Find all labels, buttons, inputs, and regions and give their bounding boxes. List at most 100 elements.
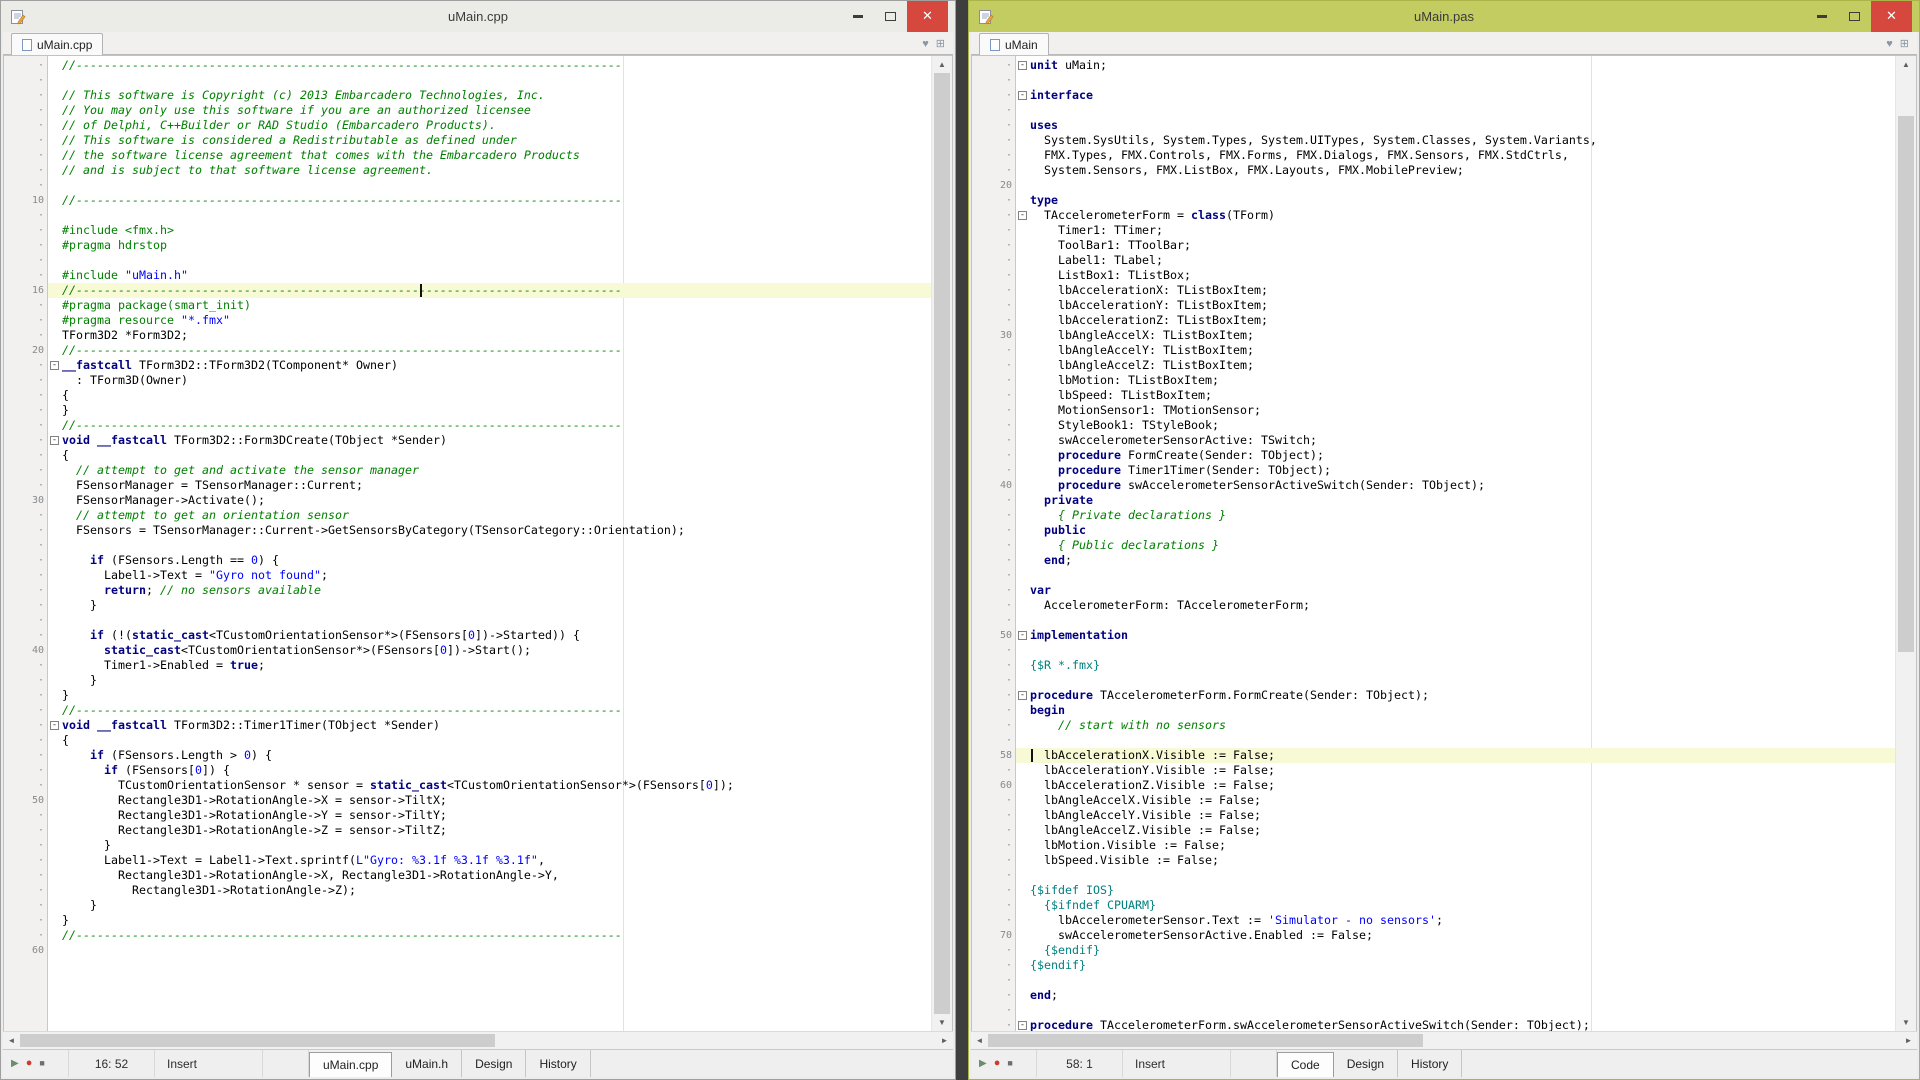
gutter-cell[interactable]: ·	[972, 148, 1016, 163]
code-line[interactable]	[4, 958, 931, 973]
code-text[interactable]: MotionSensor1: TMotionSensor;	[1030, 403, 1895, 418]
code-line[interactable]: ·	[972, 973, 1895, 988]
gutter-cell[interactable]: ·	[972, 88, 1016, 103]
code-text[interactable]: type	[1030, 193, 1895, 208]
gutter-cell[interactable]: ·	[4, 808, 48, 823]
gutter-cell[interactable]: ·	[4, 673, 48, 688]
scroll-up-icon[interactable]: ▲	[1896, 56, 1916, 73]
code-text[interactable]	[62, 73, 931, 88]
code-text[interactable]: //--------------------------------------…	[62, 703, 931, 718]
gutter-cell[interactable]: ·	[4, 913, 48, 928]
gutter-cell[interactable]: ·	[4, 373, 48, 388]
gutter-cell[interactable]: ·	[972, 958, 1016, 973]
fold-marker-icon[interactable]: -	[50, 361, 59, 370]
gutter-cell[interactable]: ·	[972, 388, 1016, 403]
code-line[interactable]: ·	[4, 613, 931, 628]
vertical-scroll-thumb[interactable]	[1898, 116, 1914, 652]
code-text[interactable]: private	[1030, 493, 1895, 508]
code-line[interactable]: · AccelerometerForm: TAccelerometerForm;	[972, 598, 1895, 613]
code-text[interactable]: StyleBook1: TStyleBook;	[1030, 418, 1895, 433]
code-text[interactable]: procedure TAccelerometerForm.FormCreate(…	[1030, 688, 1895, 703]
scroll-left-icon[interactable]: ◄	[971, 1032, 988, 1049]
code-line[interactable]: ·	[972, 1003, 1895, 1018]
code-text[interactable]: lbAngleAccelY.Visible := False;	[1030, 808, 1895, 823]
code-text[interactable]	[62, 973, 931, 988]
code-text[interactable]: Rectangle3D1->RotationAngle->Z);	[62, 883, 931, 898]
code-line[interactable]: · Rectangle3D1->RotationAngle->Z = senso…	[4, 823, 931, 838]
gutter-cell[interactable]: ·	[4, 418, 48, 433]
gutter-cell[interactable]: ·	[4, 823, 48, 838]
code-line[interactable]: 20//------------------------------------…	[4, 343, 931, 358]
code-line[interactable]	[4, 988, 931, 1003]
gutter-cell[interactable]: 16	[4, 283, 48, 298]
code-text[interactable]: ListBox1: TListBox;	[1030, 268, 1895, 283]
code-text[interactable]: FMX.Types, FMX.Controls, FMX.Forms, FMX.…	[1030, 148, 1895, 163]
code-line[interactable]: ·	[972, 568, 1895, 583]
gutter-cell[interactable]: ·	[4, 298, 48, 313]
code-line[interactable]: · }	[4, 898, 931, 913]
gutter-cell[interactable]: ·	[972, 853, 1016, 868]
code-line[interactable]: · // start with no sensors	[972, 718, 1895, 733]
gutter-cell[interactable]: ·	[4, 238, 48, 253]
gutter-cell[interactable]: ·	[4, 133, 48, 148]
gutter-cell[interactable]: ·	[4, 358, 48, 373]
macro-play-icon[interactable]: ▶	[979, 1059, 987, 1069]
code-line[interactable]: · // attempt to get and activate the sen…	[4, 463, 931, 478]
code-text[interactable]: lbMotion.Visible := False;	[1030, 838, 1895, 853]
code-text[interactable]: lbAngleAccelZ: TListBoxItem;	[1030, 358, 1895, 373]
code-text[interactable]: { Public declarations }	[1030, 538, 1895, 553]
code-text[interactable]: }	[62, 913, 931, 928]
gutter-cell[interactable]: ·	[972, 223, 1016, 238]
gutter-cell[interactable]: ·	[4, 463, 48, 478]
bottom-tab-design[interactable]: Design	[462, 1050, 526, 1077]
code-line[interactable]: ·{$ifdef IOS}	[972, 883, 1895, 898]
code-line[interactable]: · lbSpeed.Visible := False;	[972, 853, 1895, 868]
gutter-cell[interactable]: ·	[4, 268, 48, 283]
code-line[interactable]: · Rectangle3D1->RotationAngle->Z);	[4, 883, 931, 898]
scroll-down-icon[interactable]: ▼	[932, 1014, 952, 1031]
code-line[interactable]: · lbAngleAccelZ: TListBoxItem;	[972, 358, 1895, 373]
gutter-cell[interactable]: ·	[972, 118, 1016, 133]
code-text[interactable]: // of Delphi, C++Builder or RAD Studio (…	[62, 118, 931, 133]
code-line[interactable]: ·{	[4, 448, 931, 463]
bottom-tab-code[interactable]: Code	[1277, 1052, 1334, 1077]
code-line[interactable]: · TCustomOrientationSensor * sensor = st…	[4, 778, 931, 793]
code-line[interactable]: · end;	[972, 553, 1895, 568]
maximize-button[interactable]	[874, 1, 907, 32]
code-text[interactable]: void __fastcall TForm3D2::Timer1Timer(TO…	[62, 718, 931, 733]
gutter-cell[interactable]: 30	[4, 493, 48, 508]
code-text[interactable]: begin	[1030, 703, 1895, 718]
gutter-cell[interactable]: ·	[972, 643, 1016, 658]
gutter-cell[interactable]: ·	[4, 388, 48, 403]
bottom-tab-history[interactable]: History	[1398, 1050, 1462, 1077]
gutter-cell[interactable]: ·	[972, 418, 1016, 433]
code-text[interactable]: }	[62, 688, 931, 703]
gutter-cell[interactable]: 50	[972, 628, 1016, 643]
code-line[interactable]: · FMX.Types, FMX.Controls, FMX.Forms, FM…	[972, 148, 1895, 163]
code-line[interactable]: · if (FSensors.Length == 0) {	[4, 553, 931, 568]
code-text[interactable]: }	[62, 898, 931, 913]
code-text[interactable]: lbAccelerometerSensor.Text := 'Simulator…	[1030, 913, 1895, 928]
code-text[interactable]	[62, 988, 931, 1003]
code-text[interactable]: lbAccelerationZ.Visible := False;	[1030, 778, 1895, 793]
code-text[interactable]	[1030, 568, 1895, 583]
horizontal-scroll-thumb[interactable]	[988, 1034, 1423, 1047]
code-text[interactable]: }	[62, 403, 931, 418]
title-bar[interactable]: uMain.cpp ✕	[1, 1, 955, 32]
gutter-cell[interactable]: ·	[972, 73, 1016, 88]
horizontal-scrollbar[interactable]: ◄ ►	[971, 1031, 1917, 1049]
gutter-cell[interactable]: ·	[972, 883, 1016, 898]
code-text[interactable]	[1030, 673, 1895, 688]
macro-stop-icon[interactable]: ■	[1007, 1059, 1012, 1068]
gutter-cell[interactable]: 20	[972, 178, 1016, 193]
code-line[interactable]: ·// of Delphi, C++Builder or RAD Studio …	[4, 118, 931, 133]
code-line[interactable]: · {$endif}	[972, 943, 1895, 958]
horizontal-scroll-thumb[interactable]	[20, 1034, 495, 1047]
gutter-cell[interactable]: ·	[972, 808, 1016, 823]
gutter-cell[interactable]: ·	[4, 733, 48, 748]
code-text[interactable]: #include "uMain.h"	[62, 268, 931, 283]
code-text[interactable]	[62, 958, 931, 973]
code-line[interactable]: · lbAccelerationY: TListBoxItem;	[972, 298, 1895, 313]
code-text[interactable]: return; // no sensors available	[62, 583, 931, 598]
gutter-cell[interactable]: ·	[972, 838, 1016, 853]
